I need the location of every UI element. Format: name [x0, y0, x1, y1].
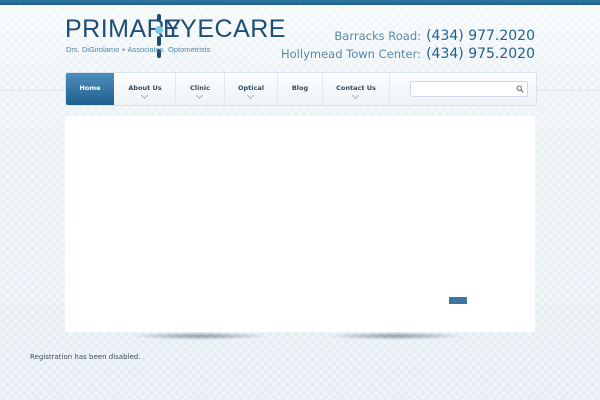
phone-label: Barracks Road:	[334, 29, 421, 43]
nav-item-label: Optical	[238, 84, 264, 92]
nav-item-clinic[interactable]: Clinic	[176, 73, 225, 105]
registration-notice: Registration has been disabled.	[30, 353, 141, 361]
logo-subtitle-optometrists: Optometrists	[168, 45, 211, 54]
phone-label: Hollymead Town Center:	[281, 47, 421, 61]
slider-shadow-right	[325, 332, 465, 340]
site-logo[interactable]: PRIMARY EYECARE Drs. DiGirolamo + Associ…	[65, 14, 285, 62]
phone-number[interactable]: (434) 977.2020	[426, 28, 535, 44]
featured-slider	[65, 116, 535, 332]
slider-nav-button[interactable]	[449, 297, 467, 304]
main-navigation: Home About Us Clinic Optical Blog Contac…	[65, 72, 537, 106]
search-input[interactable]	[411, 82, 511, 96]
chevron-down-icon	[247, 95, 255, 99]
nav-item-optical[interactable]: Optical	[225, 73, 278, 105]
nav-item-label: Blog	[291, 84, 309, 92]
nav-item-contact-us[interactable]: Contact Us	[323, 73, 390, 105]
nav-item-blog[interactable]: Blog	[278, 73, 323, 105]
chevron-down-icon	[352, 95, 360, 99]
nav-item-label: Clinic	[190, 84, 210, 92]
phone-number[interactable]: (434) 975.2020	[426, 46, 535, 62]
logo-subtitle-practice: Drs. DiGirolamo + Associates	[66, 45, 164, 54]
logo-word-eyecare: EYECARE	[163, 15, 286, 43]
nav-item-label: Home	[79, 84, 101, 92]
nav-item-about-us[interactable]: About Us	[115, 73, 176, 105]
search-icon[interactable]	[516, 85, 524, 93]
slider-shadow-left	[130, 332, 270, 340]
nav-item-label: Contact Us	[336, 84, 376, 92]
nav-item-home[interactable]: Home	[66, 73, 114, 105]
chevron-down-icon	[196, 95, 204, 99]
phone-row-barracks: Barracks Road: (434) 977.2020	[281, 26, 535, 44]
search-box	[410, 81, 528, 97]
contact-phones: Barracks Road: (434) 977.2020 Hollymead …	[281, 26, 535, 62]
chevron-down-icon	[141, 95, 149, 99]
phone-row-hollymead: Hollymead Town Center: (434) 975.2020	[281, 44, 535, 62]
nav-item-label: About Us	[128, 84, 162, 92]
